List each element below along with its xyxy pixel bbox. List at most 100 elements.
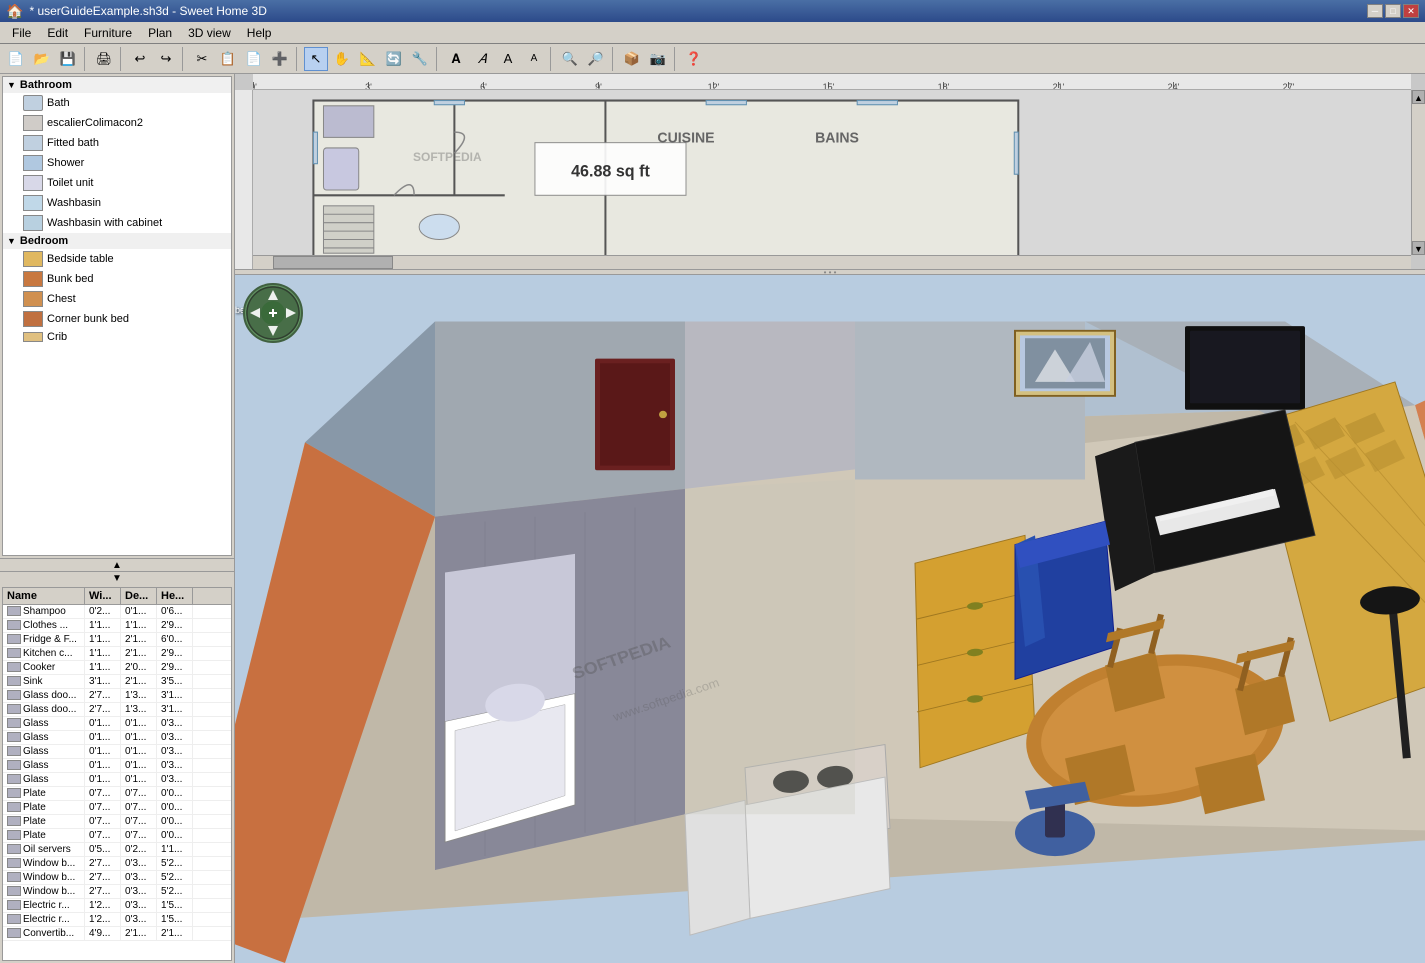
item-shower[interactable]: Shower	[3, 153, 231, 173]
item-crib[interactable]: Crib	[3, 329, 231, 345]
td-name: Glass	[3, 759, 85, 772]
table-row[interactable]: Glass doo... 2'7... 1'3... 3'1...	[3, 689, 231, 703]
item-escalier[interactable]: escalierColimacon2	[3, 113, 231, 133]
plan-canvas[interactable]: 46.88 sq ft CUISINE BAINS	[253, 90, 1411, 269]
td-height: 2'9...	[157, 647, 193, 660]
item-fitted-bath[interactable]: Fitted bath	[3, 133, 231, 153]
print-button[interactable]: 🖨	[92, 47, 116, 71]
table-row[interactable]: Plate 0'7... 0'7... 0'0...	[3, 815, 231, 829]
table-row[interactable]: Window b... 2'7... 0'3... 5'2...	[3, 871, 231, 885]
item-toilet[interactable]: Toilet unit	[3, 173, 231, 193]
plan-hscrollbar[interactable]	[253, 255, 1411, 269]
td-width: 0'1...	[85, 759, 121, 772]
table-row[interactable]: Glass 0'1... 0'1... 0'3...	[3, 745, 231, 759]
menu-plan[interactable]: Plan	[140, 24, 180, 42]
minimize-button[interactable]: ─	[1367, 4, 1383, 18]
td-depth: 0'1...	[121, 773, 157, 786]
item-chest[interactable]: Chest	[3, 289, 231, 309]
table-row[interactable]: Plate 0'7... 0'7... 0'0...	[3, 829, 231, 843]
zoom-in-button[interactable]: 🔍	[558, 47, 582, 71]
td-name: Glass doo...	[3, 703, 85, 716]
text-btn2[interactable]: 𝐴	[470, 47, 494, 71]
table-row[interactable]: Glass 0'1... 0'1... 0'3...	[3, 731, 231, 745]
open-button[interactable]: 📂	[30, 47, 54, 71]
photo-btn[interactable]: 📷	[646, 47, 670, 71]
3d-view-btn[interactable]: 📦	[620, 47, 644, 71]
save-button[interactable]: 💾	[56, 47, 80, 71]
table-row[interactable]: Electric r... 1'2... 0'3... 1'5...	[3, 913, 231, 927]
td-name: Glass	[3, 731, 85, 744]
table-row[interactable]: Sink 3'1... 2'1... 3'5...	[3, 675, 231, 689]
col-width[interactable]: Wi...	[85, 588, 121, 604]
item-washbasin-label: Washbasin	[47, 197, 101, 209]
td-name: Fridge & F...	[3, 633, 85, 646]
text-btn1[interactable]: 𝐀	[444, 47, 468, 71]
text-btn3[interactable]: A	[496, 47, 520, 71]
edit-tool[interactable]: 🔧	[408, 47, 432, 71]
table-row[interactable]: Oil servers 0'5... 0'2... 1'1...	[3, 843, 231, 857]
help-button[interactable]: ❓	[682, 47, 706, 71]
table-row[interactable]: Electric r... 1'2... 0'3... 1'5...	[3, 899, 231, 913]
col-height[interactable]: He...	[157, 588, 193, 604]
table-row[interactable]: Cooker 1'1... 2'0... 2'9...	[3, 661, 231, 675]
table-body: Shampoo 0'2... 0'1... 0'6... Clothes ...…	[3, 605, 231, 960]
tree-scroll-up[interactable]: ▲	[0, 558, 234, 571]
item-bunk[interactable]: Bunk bed	[3, 269, 231, 289]
menu-help[interactable]: Help	[239, 24, 280, 42]
plan-vscrollbar[interactable]: ▲ ▼	[1411, 90, 1425, 255]
furniture-tree: ▼ Bathroom Bath escalierColimacon2 Fitte…	[2, 76, 232, 556]
item-washbasin-cabinet[interactable]: Washbasin with cabinet	[3, 213, 231, 233]
col-depth[interactable]: De...	[121, 588, 157, 604]
item-bath[interactable]: Bath	[3, 93, 231, 113]
table-row[interactable]: Glass doo... 2'7... 1'3... 3'1...	[3, 703, 231, 717]
text-btn4[interactable]: A	[522, 47, 546, 71]
additem-button[interactable]: ➕	[268, 47, 292, 71]
td-name: Plate	[3, 815, 85, 828]
table-row[interactable]: Plate 0'7... 0'7... 0'0...	[3, 787, 231, 801]
nav-control[interactable]	[243, 283, 303, 343]
tree-scroll-down[interactable]: ▼	[0, 571, 234, 584]
table-row[interactable]: Convertib... 4'9... 2'1... 2'1...	[3, 927, 231, 941]
table-row[interactable]: Kitchen c... 1'1... 2'1... 2'9...	[3, 647, 231, 661]
svg-text:46.88 sq ft: 46.88 sq ft	[571, 162, 650, 180]
new-button[interactable]: 📄	[4, 47, 28, 71]
col-name[interactable]: Name	[3, 588, 85, 604]
table-row[interactable]: Window b... 2'7... 0'3... 5'2...	[3, 885, 231, 899]
td-depth: 0'7...	[121, 801, 157, 814]
menu-3dview[interactable]: 3D view	[180, 24, 239, 42]
td-height: 5'2...	[157, 885, 193, 898]
close-button[interactable]: ✕	[1403, 4, 1419, 18]
table-row[interactable]: Plate 0'7... 0'7... 0'0...	[3, 801, 231, 815]
table-row[interactable]: Window b... 2'7... 0'3... 5'2...	[3, 857, 231, 871]
cut-button[interactable]: ✂	[190, 47, 214, 71]
table-row[interactable]: Clothes ... 1'1... 1'1... 2'9...	[3, 619, 231, 633]
td-name: Electric r...	[3, 913, 85, 926]
select-tool[interactable]: ↖	[304, 47, 328, 71]
menu-furniture[interactable]: Furniture	[76, 24, 140, 42]
table-row[interactable]: Glass 0'1... 0'1... 0'3...	[3, 717, 231, 731]
zoom-out-button[interactable]: 🔎	[584, 47, 608, 71]
table-row[interactable]: Glass 0'1... 0'1... 0'3...	[3, 759, 231, 773]
table-row[interactable]: Glass 0'1... 0'1... 0'3...	[3, 773, 231, 787]
table-row[interactable]: Shampoo 0'2... 0'1... 0'6...	[3, 605, 231, 619]
table-row[interactable]: Fridge & F... 1'1... 2'1... 6'0...	[3, 633, 231, 647]
rotate-tool[interactable]: 🔄	[382, 47, 406, 71]
category-bedroom[interactable]: ▼ Bedroom	[3, 233, 231, 249]
item-corner-bunk[interactable]: Corner bunk bed	[3, 309, 231, 329]
view-3d[interactable]: SOFTPEDIA www.softpedia.com new ber	[235, 275, 1425, 963]
pan-tool[interactable]: ✋	[330, 47, 354, 71]
bedside-icon	[23, 251, 43, 267]
category-bathroom[interactable]: ▼ Bathroom	[3, 77, 231, 93]
menu-file[interactable]: File	[4, 24, 39, 42]
crib-icon	[23, 332, 43, 342]
paste-button[interactable]: 📄	[242, 47, 266, 71]
undo-button[interactable]: ↩	[128, 47, 152, 71]
maximize-button[interactable]: □	[1385, 4, 1401, 18]
item-washbasin[interactable]: Washbasin	[3, 193, 231, 213]
copy-button[interactable]: 📋	[216, 47, 240, 71]
furniture-table: Name Wi... De... He... Shampoo 0'2... 0'…	[2, 587, 232, 961]
redo-button[interactable]: ↪	[154, 47, 178, 71]
measure-tool[interactable]: 📐	[356, 47, 380, 71]
menu-edit[interactable]: Edit	[39, 24, 76, 42]
item-bedside[interactable]: Bedside table	[3, 249, 231, 269]
